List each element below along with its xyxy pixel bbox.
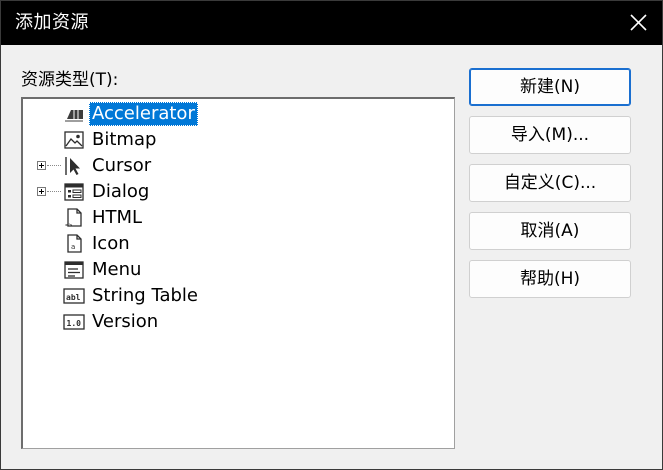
tree-item-label: Cursor — [92, 155, 152, 176]
tree-item-html[interactable]: <> HTML — [23, 205, 443, 231]
close-icon — [630, 14, 647, 31]
dialog-icon — [64, 183, 84, 201]
expand-toggle[interactable] — [37, 187, 46, 196]
expand-toggle[interactable] — [37, 161, 46, 170]
tree-item-label: Icon — [92, 233, 130, 254]
tree-item-icon[interactable]: a Icon — [23, 231, 443, 257]
html-icon: <> — [65, 208, 82, 228]
svg-text:<>: <> — [65, 222, 73, 228]
accelerator-icon — [65, 110, 83, 122]
help-button[interactable]: 帮助(H) — [469, 260, 631, 298]
tree-item-label: Bitmap — [92, 129, 157, 150]
custom-button[interactable]: 自定义(C)... — [469, 164, 631, 202]
tree-item-label: String Table — [92, 285, 198, 306]
tree-item-cursor[interactable]: Cursor — [23, 153, 443, 179]
tree-item-dialog[interactable]: Dialog — [23, 179, 443, 205]
svg-text:abl: abl — [66, 293, 81, 302]
icon-resource-icon: a — [67, 234, 82, 253]
tree-item-bitmap[interactable]: Bitmap — [23, 127, 443, 153]
cursor-icon — [65, 157, 80, 175]
window-title: 添加资源 — [15, 12, 89, 33]
title-bar: 添加资源 — [1, 1, 662, 45]
svg-text:1.0: 1.0 — [67, 319, 82, 328]
string-table-icon: abl — [63, 288, 85, 304]
svg-text:a: a — [71, 243, 75, 251]
menu-icon — [64, 261, 84, 279]
version-icon: 1.0 — [63, 314, 85, 330]
tree-item-label: Dialog — [92, 181, 150, 202]
tree-item-version[interactable]: 1.0 Version — [23, 309, 443, 335]
tree-connector — [47, 165, 61, 166]
new-button[interactable]: 新建(N) — [469, 68, 631, 106]
tree-item-menu[interactable]: Menu — [23, 257, 443, 283]
tree-item-label: Accelerator — [89, 102, 198, 126]
resource-type-label: 资源类型(T): — [21, 70, 119, 90]
tree-connector — [47, 191, 61, 192]
tree-item-accelerator[interactable]: Accelerator — [23, 101, 443, 127]
resource-type-tree[interactable]: Accelerator Bitmap Cursor Dialog <> HTML… — [21, 97, 455, 449]
bitmap-icon — [64, 131, 84, 149]
add-resource-dialog: 添加资源 资源类型(T): Accelerator Bitmap Cursor … — [0, 0, 663, 470]
tree-item-label: Menu — [92, 259, 142, 280]
tree-item-label: Version — [92, 311, 159, 332]
cancel-button[interactable]: 取消(A) — [469, 212, 631, 250]
close-button[interactable] — [614, 1, 662, 45]
tree-item-string-table[interactable]: abl String Table — [23, 283, 443, 309]
import-button[interactable]: 导入(M)... — [469, 116, 631, 154]
tree-item-label: HTML — [92, 207, 143, 228]
